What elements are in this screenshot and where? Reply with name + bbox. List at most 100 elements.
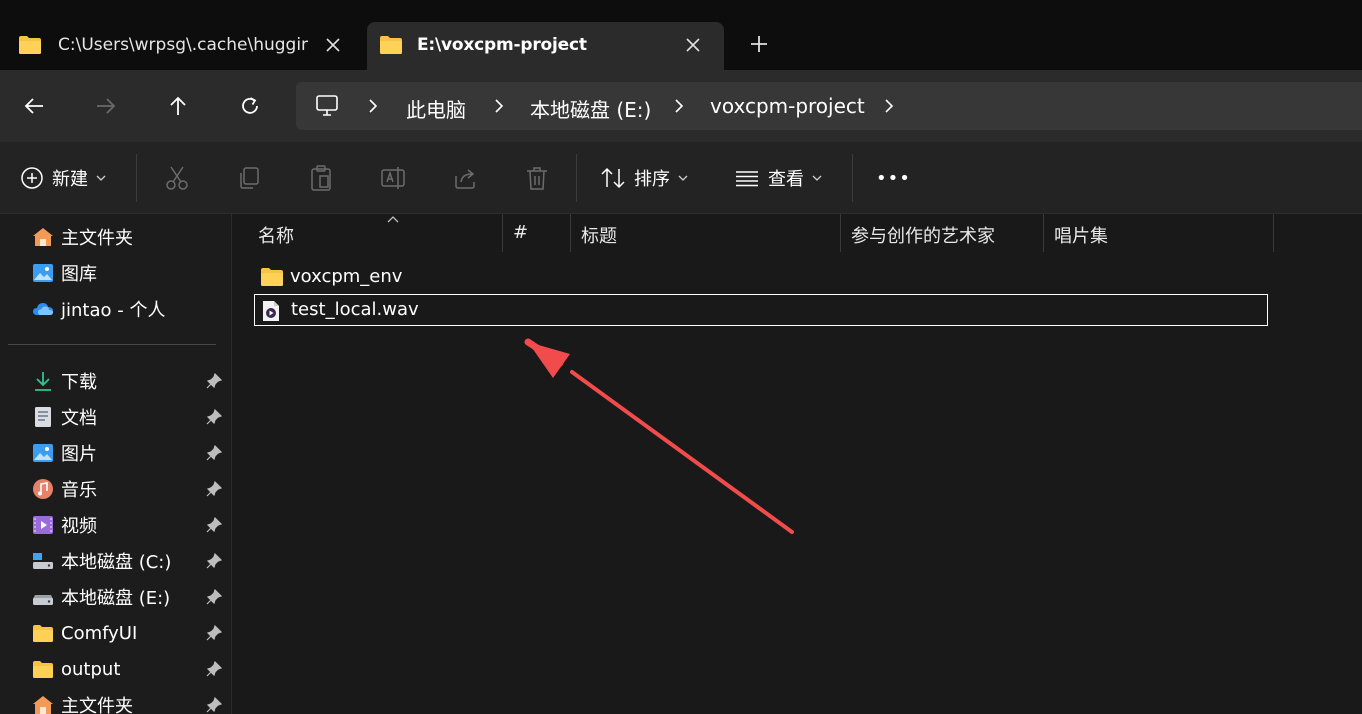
file-explorer-window: C:\Users\wrpsg\.cache\hugging E:\voxcpm-… bbox=[0, 0, 1362, 714]
document-icon bbox=[35, 407, 51, 427]
tab-strip: C:\Users\wrpsg\.cache\hugging E:\voxcpm-… bbox=[0, 0, 1362, 70]
pin-icon[interactable] bbox=[206, 553, 222, 569]
more-options-button[interactable]: ••• bbox=[876, 164, 911, 192]
sidebar-item-home-pinned[interactable]: 主文件夹 bbox=[32, 690, 228, 714]
forward-arrow-icon[interactable] bbox=[94, 94, 118, 118]
sidebar-item-videos[interactable]: 视频 bbox=[32, 510, 228, 540]
chevron-right-icon[interactable] bbox=[366, 97, 380, 115]
column-header-label: # bbox=[513, 222, 529, 243]
column-header-label: 参与创作的艺术家 bbox=[851, 226, 995, 247]
sidebar-item-label: 图库 bbox=[61, 264, 97, 285]
pin-icon[interactable] bbox=[206, 661, 222, 677]
pin-icon[interactable] bbox=[206, 373, 222, 389]
file-list-pane: 名称 # 标题 参与创作的艺术家 唱片集 voxcpm_env test_loc… bbox=[232, 214, 1362, 714]
sort-button[interactable]: 排序 bbox=[600, 164, 688, 192]
sidebar-item-output[interactable]: output bbox=[32, 654, 228, 684]
gallery-icon bbox=[33, 264, 53, 282]
tab-voxcpm-project[interactable]: E:\voxcpm-project bbox=[367, 22, 724, 70]
sidebar-divider bbox=[8, 344, 216, 345]
sidebar-item-comfyui[interactable]: ComfyUI bbox=[32, 618, 228, 648]
sidebar-item-label: output bbox=[61, 658, 121, 680]
column-header-number[interactable]: # bbox=[503, 214, 571, 252]
pin-icon[interactable] bbox=[206, 697, 222, 713]
view-button[interactable]: 查看 bbox=[734, 164, 822, 192]
back-arrow-icon[interactable] bbox=[22, 94, 46, 118]
computer-icon[interactable] bbox=[314, 94, 340, 118]
tab-label: E:\voxcpm-project bbox=[417, 35, 587, 55]
refresh-icon[interactable] bbox=[238, 94, 262, 118]
copy-icon[interactable] bbox=[236, 164, 262, 192]
sidebar-item-music[interactable]: 音乐 bbox=[32, 474, 228, 504]
sidebar-item-label: 文档 bbox=[61, 408, 97, 429]
home-icon bbox=[33, 696, 53, 714]
folder-icon bbox=[261, 268, 283, 286]
sidebar-item-pictures[interactable]: 图片 bbox=[32, 438, 228, 468]
sort-caret-up-icon bbox=[387, 216, 399, 223]
sidebar-item-drive-e[interactable]: 本地磁盘 (E:) bbox=[32, 582, 228, 612]
navigation-bar: 此电脑 本地磁盘 (E:) voxcpm-project bbox=[0, 70, 1362, 142]
column-header-album[interactable]: 唱片集 bbox=[1044, 214, 1274, 252]
chevron-right-icon[interactable] bbox=[492, 97, 506, 115]
sidebar-item-onedrive[interactable]: jintao - 个人 bbox=[32, 294, 228, 324]
column-header-label: 名称 bbox=[258, 226, 294, 247]
new-button[interactable]: 新建 bbox=[20, 164, 106, 192]
new-tab-plus-icon[interactable] bbox=[748, 33, 770, 55]
address-bar[interactable]: 此电脑 本地磁盘 (E:) voxcpm-project bbox=[296, 82, 1362, 130]
view-label: 查看 bbox=[768, 169, 804, 190]
sidebar-item-gallery[interactable]: 图库 bbox=[32, 258, 228, 288]
up-arrow-icon[interactable] bbox=[166, 94, 190, 118]
close-icon[interactable] bbox=[682, 34, 704, 56]
rename-icon[interactable] bbox=[380, 164, 406, 192]
audio-file-icon bbox=[263, 301, 279, 321]
chevron-right-icon[interactable] bbox=[672, 97, 686, 115]
breadcrumb-drive-e[interactable]: 本地磁盘 (E:) bbox=[530, 94, 651, 123]
folder-icon bbox=[33, 661, 53, 678]
column-header-artists[interactable]: 参与创作的艺术家 bbox=[841, 214, 1044, 252]
file-row[interactable]: voxcpm_env bbox=[254, 262, 1268, 294]
drive-icon bbox=[33, 595, 53, 605]
sidebar-item-drive-c[interactable]: 本地磁盘 (C:) bbox=[32, 546, 228, 576]
pin-icon[interactable] bbox=[206, 409, 222, 425]
pin-icon[interactable] bbox=[206, 625, 222, 641]
sidebar-item-label: 下载 bbox=[61, 372, 97, 393]
sidebar-item-label: 主文件夹 bbox=[61, 228, 133, 249]
delete-icon[interactable] bbox=[524, 164, 550, 192]
pin-icon[interactable] bbox=[206, 445, 222, 461]
navigation-pane: 主文件夹 图库 jintao - 个人 下载 文档 图片 音乐 视频 本地磁盘 … bbox=[0, 214, 232, 714]
folder-icon bbox=[19, 36, 41, 54]
chevron-right-icon[interactable] bbox=[882, 97, 896, 115]
column-header-label: 唱片集 bbox=[1054, 226, 1108, 247]
pin-icon[interactable] bbox=[206, 481, 222, 497]
folder-icon bbox=[380, 36, 402, 54]
list-view-icon bbox=[736, 171, 758, 187]
breadcrumb-this-pc[interactable]: 此电脑 bbox=[406, 94, 466, 123]
pin-icon[interactable] bbox=[206, 589, 222, 605]
toolbar-divider bbox=[852, 154, 853, 202]
paste-icon[interactable] bbox=[308, 164, 334, 192]
sidebar-item-home[interactable]: 主文件夹 bbox=[32, 222, 228, 252]
tab-label: C:\Users\wrpsg\.cache\hugging bbox=[58, 35, 308, 55]
pin-icon[interactable] bbox=[206, 517, 222, 533]
column-header-label: 标题 bbox=[581, 226, 617, 247]
sidebar-item-label: 本地磁盘 (E:) bbox=[61, 588, 171, 609]
toolbar-divider bbox=[576, 154, 577, 202]
sidebar-item-label: jintao - 个人 bbox=[61, 300, 166, 321]
column-header-title[interactable]: 标题 bbox=[571, 214, 841, 252]
plus-circle-icon bbox=[21, 167, 43, 189]
column-header-name[interactable]: 名称 bbox=[248, 214, 503, 252]
folder-icon bbox=[33, 625, 53, 642]
sidebar-item-documents[interactable]: 文档 bbox=[32, 402, 228, 432]
close-icon[interactable] bbox=[322, 34, 344, 56]
chevron-down-icon bbox=[812, 175, 822, 181]
file-row-selected[interactable]: test_local.wav bbox=[254, 294, 1268, 326]
music-icon bbox=[33, 479, 53, 499]
cut-icon[interactable] bbox=[164, 164, 190, 192]
share-icon[interactable] bbox=[452, 164, 478, 192]
tab-cache[interactable]: C:\Users\wrpsg\.cache\hugging bbox=[0, 22, 362, 70]
sidebar-item-label: 图片 bbox=[61, 444, 97, 465]
sidebar-item-label: 本地磁盘 (C:) bbox=[61, 552, 172, 573]
pictures-icon bbox=[33, 444, 53, 462]
sidebar-item-label: ComfyUI bbox=[61, 622, 138, 644]
breadcrumb-voxcpm-project[interactable]: voxcpm-project bbox=[710, 94, 865, 118]
sidebar-item-downloads[interactable]: 下载 bbox=[32, 366, 228, 396]
